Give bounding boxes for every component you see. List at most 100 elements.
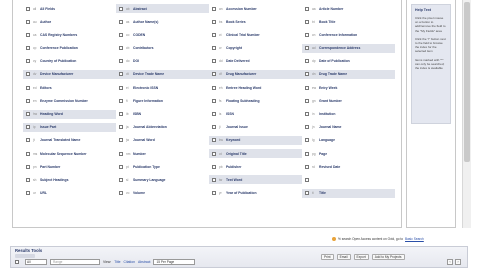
field-checkbox[interactable] [305, 32, 309, 37]
field-label[interactable]: Molecular Sequence Number [40, 152, 87, 156]
field-label[interactable]: Page [319, 152, 327, 156]
field-label[interactable]: Issue Part [40, 125, 56, 129]
range-input[interactable]: Range [50, 259, 100, 265]
field-checkbox[interactable] [119, 177, 123, 182]
email-button[interactable]: Email [336, 254, 351, 260]
field-option[interactable]: aa Article Number [302, 4, 395, 13]
field-checkbox[interactable] [119, 112, 123, 116]
field-label[interactable]: Text Word [226, 178, 242, 182]
field-checkbox[interactable] [212, 164, 216, 169]
field-option[interactable]: en Enzyme Commission Number [23, 96, 116, 105]
field-label[interactable]: Journal Abbreviation [133, 125, 167, 129]
field-option[interactable]: ab Abstract [116, 4, 209, 13]
field-checkbox[interactable] [212, 6, 216, 11]
field-label[interactable]: Device Manufacturer [40, 72, 73, 76]
field-option[interactable]: lg Language [302, 136, 395, 145]
field-option[interactable]: ad Correspondence Address [302, 43, 395, 53]
field-option[interactable]: dv Device Manufacturer [23, 69, 116, 79]
field-checkbox[interactable] [212, 46, 216, 51]
select-all-checkbox[interactable] [15, 260, 19, 264]
field-checkbox[interactable] [212, 112, 216, 116]
field-label[interactable]: Contributors [133, 46, 154, 50]
field-checkbox[interactable] [26, 46, 30, 51]
field-label[interactable]: Journal Word [133, 138, 155, 142]
field-label[interactable]: Conference Information [319, 33, 357, 37]
field-checkbox[interactable] [305, 6, 309, 11]
field-checkbox[interactable] [26, 19, 30, 24]
field-label[interactable]: URL [40, 191, 47, 195]
field-checkbox[interactable] [119, 151, 123, 156]
field-checkbox[interactable] [305, 46, 309, 51]
field-option[interactable]: in Institution [302, 110, 395, 119]
field-option[interactable]: as Author Name(s) [116, 17, 209, 26]
field-label[interactable]: Entry Week [319, 86, 337, 90]
field-label[interactable]: Original Title [226, 152, 247, 156]
field-option[interactable]: au Author [23, 17, 116, 26]
field-option[interactable]: ms Molecular Sequence Number [23, 149, 116, 158]
field-label[interactable]: Heading Word [40, 112, 63, 116]
vertical-scrollbar[interactable] [462, 0, 471, 228]
field-checkbox[interactable] [305, 177, 309, 182]
field-option[interactable]: df Drug Manufacturer [209, 69, 302, 79]
field-option[interactable]: ja Journal Abbreviation [116, 123, 209, 132]
field-label[interactable]: Date of Publication [319, 59, 350, 63]
field-option[interactable]: kw Keyword [209, 135, 302, 145]
field-label[interactable]: Subject Headings [40, 178, 68, 182]
field-label[interactable]: ISSN [226, 112, 234, 116]
field-checkbox[interactable] [119, 125, 123, 130]
field-option[interactable]: cb Contributors [116, 44, 209, 53]
field-label[interactable]: Clinical Trial Number [226, 33, 260, 37]
field-checkbox[interactable] [26, 32, 30, 37]
field-checkbox[interactable] [26, 191, 30, 196]
field-option[interactable]: nm Number [116, 149, 209, 158]
field-checkbox[interactable] [119, 164, 123, 169]
field-label[interactable]: Accession Number [226, 7, 257, 11]
field-checkbox[interactable] [212, 32, 216, 37]
field-label[interactable]: Number [133, 152, 146, 156]
scrollbar-thumb[interactable] [464, 2, 470, 162]
field-option[interactable]: jn Journal Name [302, 123, 395, 132]
add-to-projects-button[interactable]: Add to My Projects [371, 254, 405, 260]
field-checkbox[interactable] [26, 164, 30, 169]
field-checkbox[interactable] [26, 125, 30, 130]
export-button[interactable]: Export [353, 254, 369, 260]
field-label[interactable]: Electronic ISSN [133, 86, 158, 90]
field-option[interactable]: gn Grant Number [302, 96, 395, 105]
field-option[interactable]: fi Figure Information [116, 96, 209, 105]
field-option[interactable]: ei Electronic ISSN [116, 83, 209, 92]
field-option[interactable]: ed Editors [23, 83, 116, 92]
field-option[interactable]: sl Summary Language [116, 175, 209, 184]
field-label[interactable]: Journal Translated Name [40, 138, 80, 142]
field-checkbox[interactable] [305, 112, 309, 116]
field-checkbox[interactable] [212, 98, 216, 103]
field-label[interactable]: Book Series [226, 20, 246, 24]
field-option[interactable]: yr Year of Publication [209, 189, 302, 198]
field-checkbox[interactable] [26, 59, 30, 64]
field-label[interactable]: Correspondence Address [319, 46, 360, 50]
field-checkbox[interactable] [212, 59, 216, 64]
field-checkbox[interactable] [212, 138, 216, 143]
field-label[interactable]: Device Trade Name [133, 72, 164, 76]
field-checkbox[interactable] [212, 125, 216, 130]
field-option[interactable]: jt Journal Translated Name [23, 136, 116, 145]
field-checkbox[interactable] [119, 46, 123, 51]
view-citation-link[interactable]: Citation [124, 260, 136, 264]
field-checkbox[interactable] [119, 138, 123, 143]
field-checkbox[interactable] [119, 72, 123, 77]
field-label[interactable]: DOI [133, 59, 139, 63]
field-option[interactable]: pg Page [302, 149, 395, 158]
view-abstract-link[interactable]: Abstract [138, 260, 150, 264]
field-label[interactable]: CODEN [133, 33, 145, 37]
field-checkbox[interactable] [26, 138, 30, 143]
field-label[interactable]: Copyright [226, 46, 242, 50]
field-option[interactable]: dn Drug Trade Name [302, 69, 395, 79]
field-checkbox[interactable] [305, 164, 309, 169]
field-label[interactable]: Emtree Heading Word [226, 86, 261, 90]
field-label[interactable]: Abstract [133, 7, 147, 11]
field-option[interactable]: cn Conference Information [302, 30, 395, 39]
field-option[interactable]: cp Conference Publication [23, 44, 116, 53]
field-option[interactable]: sh Subject Headings [23, 175, 116, 184]
field-option[interactable] [302, 175, 395, 184]
field-label[interactable]: Publication Type [133, 165, 160, 169]
print-button[interactable]: Print [321, 254, 334, 260]
